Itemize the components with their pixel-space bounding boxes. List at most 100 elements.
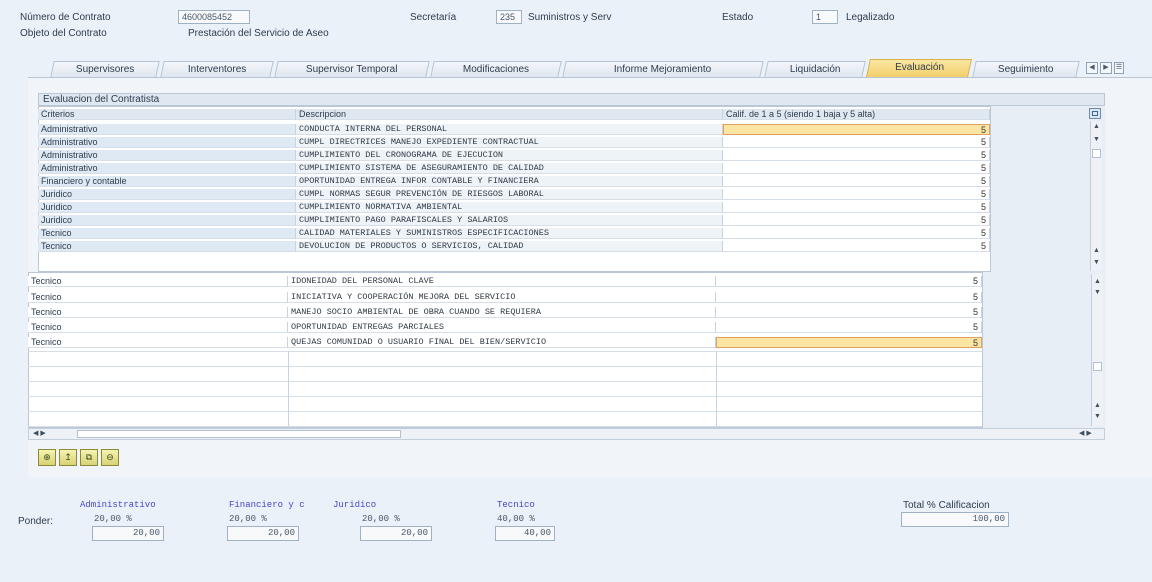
table-row[interactable]: Administrativo CUMPL DIRECTRICES MANEJO …: [38, 137, 990, 148]
tab-liquidacion[interactable]: Liquidación: [764, 61, 866, 77]
row-calificacion-input[interactable]: 5: [716, 292, 982, 303]
column-header-criterio[interactable]: Criterios: [38, 109, 296, 120]
row-descripcion: CUMPL DIRECTRICES MANEJO EXPEDIENTE CONT…: [296, 137, 723, 148]
tab-informe-mejoramiento[interactable]: Informe Mejoramiento: [562, 61, 764, 77]
tab-evaluacion[interactable]: Evaluación: [866, 59, 972, 77]
estado-code-field[interactable]: 1: [812, 10, 838, 24]
tab-modificaciones[interactable]: Modificaciones: [430, 61, 562, 77]
total-value-field[interactable]: 100,00: [901, 512, 1009, 527]
column-header-calificacion[interactable]: Calif. de 1 a 5 (siendo 1 baja y 5 alta): [723, 109, 990, 120]
row-criterio: Financiero y contable: [38, 176, 296, 187]
row-descripcion: IDONEIDAD DEL PERSONAL CLAVE: [288, 276, 716, 287]
scroll-left-icon[interactable]: ◀ ▶: [33, 429, 46, 439]
row-calificacion-input[interactable]: 5: [723, 163, 990, 174]
row-calificacion-input[interactable]: 5: [723, 215, 990, 226]
row-calificacion-input[interactable]: 5: [716, 307, 982, 318]
table-row[interactable]: Juridico CUMPL NORMAS SEGUR PREVENCIÓN D…: [38, 189, 990, 200]
horizontal-scroll-thumb[interactable]: [77, 430, 401, 438]
row-calificacion-input[interactable]: 5: [723, 241, 990, 252]
row-calificacion-input[interactable]: 5: [723, 228, 990, 239]
secretaria-label: Secretaría: [410, 12, 457, 23]
table-bottom-vertical-scrollbar[interactable]: ▲ ▼ ▲ ▼: [1091, 274, 1103, 426]
contract-object-label: Objeto del Contrato: [20, 28, 107, 39]
row-calificacion-input[interactable]: 5: [723, 189, 990, 200]
secretaria-code-field[interactable]: 235: [496, 10, 522, 24]
contract-object-value: Prestación del Servicio de Aseo: [188, 28, 329, 39]
scroll-down-icon[interactable]: ▼: [1092, 411, 1103, 422]
table-top-vertical-scrollbar[interactable]: ▲ ▼ ▲ ▼: [1090, 121, 1102, 271]
row-descripcion: CUMPLIMIENTO SISTEMA DE ASEGURAMIENTO DE…: [296, 163, 723, 174]
tab-list-icon[interactable]: ☰: [1114, 62, 1124, 74]
tab-supervisor-temporal[interactable]: Supervisor Temporal: [274, 61, 430, 77]
append-row-icon[interactable]: ↥: [59, 449, 77, 466]
row-criterio: Administrativo: [38, 124, 296, 135]
table-settings-icon[interactable]: [1089, 108, 1101, 119]
insert-row-icon[interactable]: ⊕: [38, 449, 56, 466]
ponder-category-juridico: Juridico: [333, 500, 377, 510]
tab-interventores[interactable]: Interventores: [160, 61, 274, 77]
ponder-value-administrativo[interactable]: 20,00: [92, 526, 164, 541]
scroll-down-icon[interactable]: ▼: [1091, 134, 1102, 145]
scroll-right-icon[interactable]: ◀ ▶: [1079, 429, 1092, 439]
row-descripcion: CONDUCTA INTERNA DEL PERSONAL: [296, 124, 723, 135]
row-descripcion: MANEJO SOCIO AMBIENTAL DE OBRA CUANDO SE…: [288, 307, 716, 318]
table-row[interactable]: Tecnico DEVOLUCION DE PRODUCTOS O SERVIC…: [38, 241, 990, 252]
scroll-up-icon[interactable]: ▲: [1091, 245, 1102, 256]
table-row[interactable]: Tecnico INICIATIVA Y COOPERACIÓN MEJORA …: [28, 292, 982, 303]
row-calificacion-input[interactable]: 5: [723, 124, 990, 135]
row-criterio: Tecnico: [28, 292, 288, 303]
table-row[interactable]: Juridico CUMPLIMIENTO NORMATIVA AMBIENTA…: [38, 202, 990, 213]
ponder-value-juridico[interactable]: 20,00: [360, 526, 432, 541]
ponder-value-financiero[interactable]: 20,00: [227, 526, 299, 541]
tab-scroll-right-icon[interactable]: ▶: [1100, 62, 1112, 74]
row-criterio: Tecnico: [38, 228, 296, 239]
table-row[interactable]: Administrativo CONDUCTA INTERNA DEL PERS…: [38, 124, 990, 135]
row-descripcion: OPORTUNIDAD ENTREGAS PARCIALES: [288, 322, 716, 333]
row-criterio: Tecnico: [28, 337, 288, 348]
row-descripcion: INICIATIVA Y COOPERACIÓN MEJORA DEL SERV…: [288, 292, 716, 303]
copy-row-icon[interactable]: ⧉: [80, 449, 98, 466]
estado-label: Estado: [722, 12, 754, 23]
table-row[interactable]: Tecnico CALIDAD MATERIALES Y SUMINISTROS…: [38, 228, 990, 239]
row-calificacion-input[interactable]: 5: [723, 137, 990, 148]
scroll-up-icon[interactable]: ▲: [1091, 121, 1102, 132]
contract-number-field[interactable]: 4600085452: [178, 10, 250, 24]
scroll-up-icon[interactable]: ▲: [1092, 276, 1103, 287]
tab-seguimiento[interactable]: Seguimiento: [972, 61, 1080, 77]
tab-scroll-left-icon[interactable]: ◀: [1086, 62, 1098, 74]
table-row[interactable]: Tecnico IDONEIDAD DEL PERSONAL CLAVE 5: [28, 276, 982, 287]
table-row[interactable]: Juridico CUMPLIMIENTO PAGO PARAFISCALES …: [38, 215, 990, 226]
ponder-value-tecnico[interactable]: 40,00: [495, 526, 555, 541]
table-row[interactable]: Administrativo CUMPLIMIENTO SISTEMA DE A…: [38, 163, 990, 174]
row-descripcion: CUMPL NORMAS SEGUR PREVENCIÓN DE RIESGOS…: [296, 189, 723, 200]
scroll-thumb[interactable]: [1092, 149, 1101, 158]
scroll-up-icon[interactable]: ▲: [1092, 400, 1103, 411]
row-descripcion: DEVOLUCION DE PRODUCTOS O SERVICIOS, CAL…: [296, 241, 723, 252]
tab-supervisores[interactable]: Supervisores: [50, 61, 160, 77]
scroll-down-icon[interactable]: ▼: [1092, 287, 1103, 298]
row-criterio: Tecnico: [28, 276, 288, 287]
row-calificacion-input[interactable]: 5: [716, 322, 982, 333]
column-header-descripcion[interactable]: Descripcion: [296, 109, 723, 120]
table-row[interactable]: Administrativo CUMPLIMIENTO DEL CRONOGRA…: [38, 150, 990, 161]
table-row[interactable]: Tecnico OPORTUNIDAD ENTREGAS PARCIALES 5: [28, 322, 982, 333]
table-horizontal-scrollbar[interactable]: ◀ ▶ ◀ ▶: [28, 428, 1105, 440]
row-calificacion-input[interactable]: 5: [723, 176, 990, 187]
table-row[interactable]: Tecnico MANEJO SOCIO AMBIENTAL DE OBRA C…: [28, 307, 982, 318]
column-divider: [288, 351, 289, 428]
table-row[interactable]: Tecnico QUEJAS COMUNIDAD O USUARIO FINAL…: [28, 337, 982, 348]
row-descripcion: QUEJAS COMUNIDAD O USUARIO FINAL DEL BIE…: [288, 337, 716, 348]
table-row[interactable]: Financiero y contable OPORTUNIDAD ENTREG…: [38, 176, 990, 187]
row-calificacion-input[interactable]: 5: [716, 337, 982, 348]
row-descripcion: CUMPLIMIENTO NORMATIVA AMBIENTAL: [296, 202, 723, 213]
row-calificacion-input[interactable]: 5: [723, 202, 990, 213]
ponder-label: Ponder:: [18, 516, 54, 527]
scroll-thumb[interactable]: [1093, 362, 1102, 371]
scroll-down-icon[interactable]: ▼: [1091, 257, 1102, 268]
delete-row-icon[interactable]: ⊖: [101, 449, 119, 466]
row-criterio: Administrativo: [38, 137, 296, 148]
row-calificacion-input[interactable]: 5: [716, 276, 982, 287]
row-calificacion-input[interactable]: 5: [723, 150, 990, 161]
secretaria-name: Suministros y Serv: [528, 12, 612, 23]
contract-number-label: Número de Contrato: [20, 12, 111, 23]
